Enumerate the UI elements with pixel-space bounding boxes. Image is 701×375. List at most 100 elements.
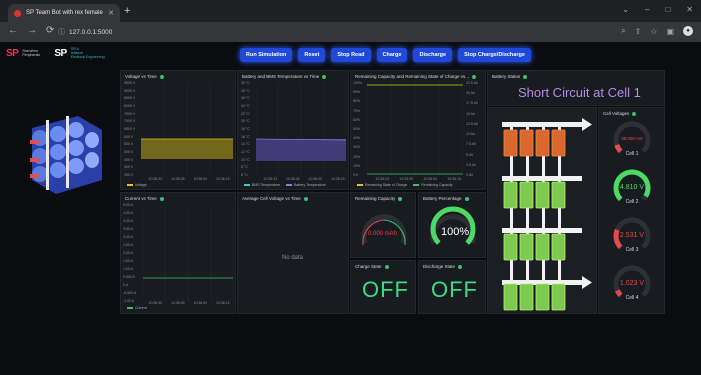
temperature-y-tick: 16 °C [241,134,250,139]
favicon-icon [14,9,21,17]
cell-block [535,283,550,311]
status-dot-icon [384,264,389,269]
stop-charge-discharge-button[interactable]: Stop Charge/Discharge [458,48,531,62]
cell-block [503,129,518,157]
temperature-y-tick: 12 °C [241,150,250,154]
legend-current-label: Current [135,306,147,310]
new-tab-icon[interactable]: + [124,5,130,17]
temperature-title: Battery and BMS Temperature vs Time [242,74,320,79]
forward-icon[interactable]: → [27,25,37,36]
capacity-x-tick: 10:35:23 [375,177,390,181]
cell-block [503,181,518,209]
voltage-y-tick: 6500 V [124,127,136,131]
battery-percentage-value: 100% [441,226,470,238]
remaining-capacity-title: Remaining Capacity [355,196,396,201]
charge-state-value: OFF [362,277,409,302]
legend-capacity-label: Remaining Capacity [421,183,453,187]
capacity-y-left-tick: 100% [353,81,362,85]
browser-tab-bar: SP Team Bot with rex female ✕ + ⌄ – □ ✕ [0,0,701,22]
capacity-title: Remaining Capacity and Remaining State o… [355,74,470,79]
status-dot-icon [472,74,477,79]
share-icon[interactable]: ⇪ [635,27,642,36]
cell-block [535,129,550,157]
temperature-y-tick: 18 °C [241,127,250,131]
voltage-legend: Voltage [127,183,147,187]
voltage-y-tick: 7500 V [124,111,136,116]
panel-title: Voltage vs Time [125,74,164,79]
logo-right-lines: SPLit Alliance Electrical Engineering [71,47,105,59]
capacity-y-right-tick: 12.5 Ah [466,121,478,126]
search-icon[interactable]: ⌕ [621,26,625,36]
current-panel: Current vs Time 5.00 A 4.50 A 4.00 A 3.50 A… [120,192,236,314]
current-x-tick: 10:35:30 [148,301,163,305]
stop-read-button[interactable]: Stop Read [331,48,371,62]
status-dot-icon [458,264,463,269]
current-y-tick: 3.50 A [123,227,133,231]
reload-icon[interactable]: ⟳ [46,25,54,36]
capacity-y-left-tick: 0% [353,173,359,177]
temperature-y-tick: 10 °C [241,157,250,162]
temperature-y-tick: 14 °C [241,142,250,147]
legend-voltage: Voltage [127,183,147,187]
current-x-tick: 10:35:45 [171,301,185,305]
cell-block [551,129,566,157]
remaining-capacity-gauge [361,214,407,246]
temperature-y-tick: 28 °C [241,88,250,93]
temperature-y-tick: 6 °C [241,173,248,177]
capacity-y-left-tick: 40% [353,136,361,141]
battery-status-panel: Battery Status Short Circuit at Cell 1 [487,70,665,106]
current-legend: Current [127,306,147,310]
panel-title: Cell Voltages [603,111,637,116]
voltage-x-tick: 10:36:00 [193,177,208,181]
browser-tab[interactable]: SP Team Bot with rex female ✕ [8,4,120,22]
current-y-tick: -0.500 A [123,291,137,295]
voltage-y-tick: 8000 V [124,104,136,108]
current-chart-area [143,205,233,301]
temperature-panel: Battery and BMS Temperature vs Time 30 °… [237,70,349,190]
close-tab-icon[interactable]: ✕ [108,9,114,17]
run-simulation-button[interactable]: Run Simulation [240,48,293,62]
chevron-down-icon[interactable]: ⌄ [622,5,629,14]
status-dot-icon [523,74,528,79]
temperature-y-tick: 22 °C [241,111,250,116]
logo-left-mark: SP [6,47,19,59]
status-dot-icon [464,196,469,201]
battery-status-title: Battery Status [492,74,521,79]
remaining-capacity-value: 0.000 mAh [368,231,398,237]
minimize-icon[interactable]: – [645,5,649,14]
temperature-y-tick: 20 °C [241,119,250,124]
capacity-y-right-tick: 22.5 Ah [466,81,478,85]
star-icon[interactable]: ☆ [650,27,657,36]
status-dot-icon [159,74,164,79]
legend-bms-label: BMS Temperature [252,183,281,187]
discharge-button[interactable]: Discharge [413,48,453,62]
discharge-state-panel: Discharge State OFF [418,260,486,314]
site-info-icon[interactable]: ⓘ [58,27,65,37]
sidebar-icon[interactable]: ▣ [666,27,674,36]
panel-title: Remaining Capacity and Remaining State o… [355,74,477,79]
profile-icon[interactable]: ● [683,26,693,36]
cell-voltage-value: 39.000 mV [621,136,643,141]
temperature-y-tick: 30 °C [241,81,250,85]
address-input[interactable]: ⓘ 127.0.0.1:5000 [58,25,618,39]
charge-button[interactable]: Charge [376,48,408,62]
voltage-y-tick: 450 V [124,157,134,162]
capacity-y-right-tick: 20 Ah [466,91,475,96]
back-icon[interactable]: ← [8,25,18,36]
capacity-y-right-tick: 5 Ah [466,152,474,157]
voltage-y-tick: 9500 V [124,81,136,85]
capacity-panel: Remaining Capacity and Remaining State o… [350,70,486,190]
maximize-icon[interactable]: □ [665,5,670,14]
close-window-icon[interactable]: ✕ [686,5,693,14]
capacity-y-right-tick: 0 Ah [466,173,474,177]
voltage-x-tick: 10:36:15 [216,177,230,181]
current-y-tick: 5.00 A [123,203,133,207]
voltage-y-tick: 350 V [124,173,134,177]
current-y-tick: 1.00 A [123,267,133,271]
cell-block [551,233,566,261]
current-y-tick: 4.00 A [123,219,133,223]
voltage-x-tick: 10:35:45 [171,177,185,181]
dashboard-page: SP Shenzhen Peripherals SP SPLit Allianc… [0,42,701,375]
cell-voltage-value: 1.023 V [619,280,645,287]
reset-button[interactable]: Reset [298,48,326,62]
